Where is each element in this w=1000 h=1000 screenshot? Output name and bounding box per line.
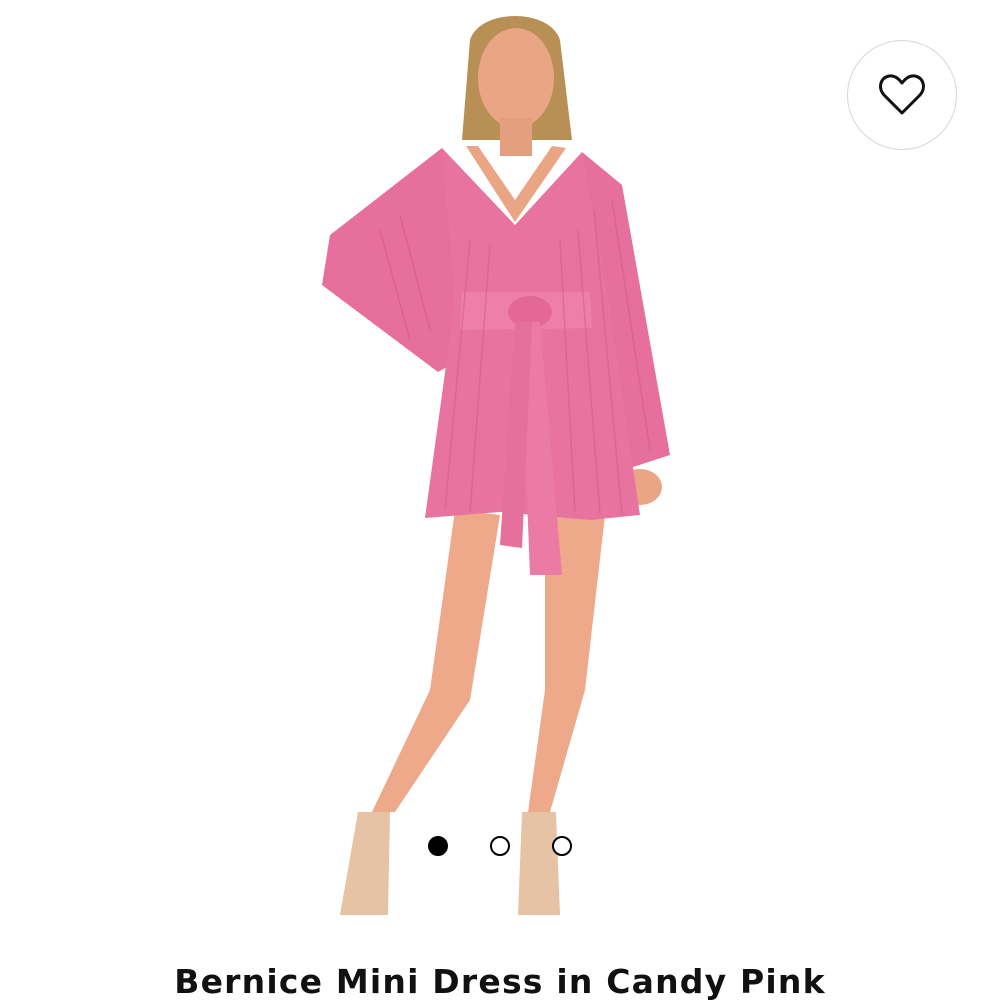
product-detail-page: Bernice Mini Dress in Candy Pink — [0, 0, 1000, 1000]
product-title: Bernice Mini Dress in Candy Pink — [174, 962, 826, 1000]
wishlist-button[interactable] — [847, 40, 957, 150]
model-photo — [322, 16, 670, 915]
left-shoe — [340, 812, 390, 915]
carousel-dots — [420, 836, 590, 858]
right-shoe — [518, 812, 560, 915]
carousel-dot-2[interactable] — [490, 836, 510, 856]
left-leg — [372, 510, 500, 812]
heart-outline-icon — [879, 74, 925, 115]
carousel-dot-1[interactable] — [428, 836, 448, 856]
product-image[interactable] — [0, 0, 1000, 940]
face — [478, 28, 554, 128]
carousel-dot-3[interactable] — [552, 836, 572, 856]
